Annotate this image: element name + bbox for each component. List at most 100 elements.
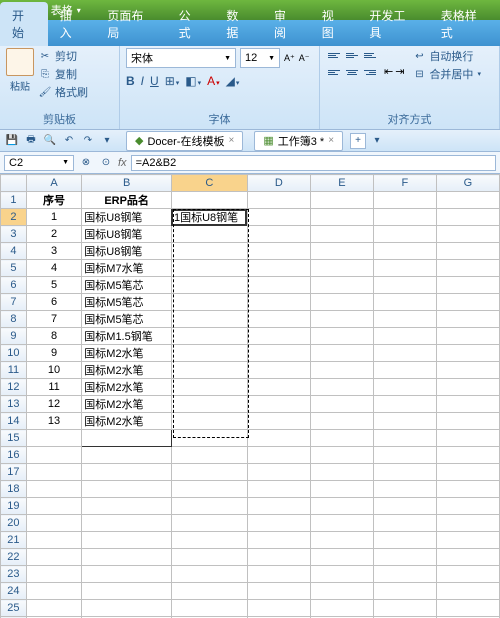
cell[interactable] [373,498,436,515]
cell[interactable]: ERP品名 [82,192,172,209]
cell[interactable] [436,192,499,209]
tab-insert[interactable]: 插入 [48,2,96,46]
align-center-button[interactable] [344,65,360,79]
undo-icon[interactable]: ↶ [61,133,77,149]
cell[interactable] [171,345,247,362]
align-left-button[interactable] [326,65,342,79]
cell[interactable] [436,413,499,430]
cell[interactable] [26,447,81,464]
cell[interactable] [310,498,373,515]
row-header[interactable]: 13 [1,396,27,413]
cell[interactable] [310,260,373,277]
row-header[interactable]: 8 [1,311,27,328]
row-header[interactable]: 14 [1,413,27,430]
cell[interactable]: 4 [26,260,81,277]
cell[interactable] [171,515,247,532]
add-tab-icon[interactable]: + [350,133,366,149]
tab-style[interactable]: 表格样式 [429,2,500,46]
cell[interactable] [436,600,499,617]
row-header[interactable]: 1 [1,192,27,209]
col-header[interactable]: D [247,175,310,192]
cell[interactable] [436,430,499,447]
cell[interactable]: 3 [26,243,81,260]
cell[interactable] [171,583,247,600]
cell[interactable] [436,447,499,464]
row-header[interactable]: 24 [1,583,27,600]
cell[interactable]: 国标M2水笔 [82,413,172,430]
cell[interactable] [436,260,499,277]
tab-formula[interactable]: 公式 [167,2,215,46]
cell[interactable]: 国标M1.5钢笔 [82,328,172,345]
cell[interactable]: 8 [26,328,81,345]
copy-button[interactable]: ⎘复制 [38,66,88,82]
cell[interactable] [310,549,373,566]
cell[interactable] [436,328,499,345]
cell[interactable] [82,532,172,549]
cell[interactable] [82,566,172,583]
cell[interactable] [310,345,373,362]
cell[interactable] [82,600,172,617]
underline-button[interactable]: U [150,74,159,88]
cell[interactable] [26,583,81,600]
cell[interactable] [247,345,310,362]
col-header[interactable]: G [436,175,499,192]
cell[interactable] [310,362,373,379]
cell[interactable] [310,243,373,260]
paste-button[interactable]: 粘贴 [6,48,34,93]
save-icon[interactable]: 💾 [4,133,20,149]
cell[interactable] [310,328,373,345]
cell[interactable] [310,481,373,498]
cell[interactable] [247,328,310,345]
cell[interactable]: 13 [26,413,81,430]
row-header[interactable]: 10 [1,345,27,362]
cell[interactable] [82,583,172,600]
select-all[interactable] [1,175,27,192]
cell[interactable] [373,447,436,464]
cell[interactable] [373,345,436,362]
cell[interactable] [436,566,499,583]
cell[interactable] [247,362,310,379]
cell[interactable] [373,362,436,379]
cell[interactable] [26,600,81,617]
cell[interactable] [436,379,499,396]
cell[interactable] [171,277,247,294]
cell[interactable] [310,396,373,413]
enter-icon[interactable]: ⊙ [98,155,114,171]
cell[interactable] [171,464,247,481]
cell[interactable] [373,583,436,600]
cell[interactable] [436,243,499,260]
row-header[interactable]: 2 [1,209,27,226]
cell[interactable] [247,192,310,209]
print-icon[interactable]: 🖶 [23,133,39,149]
cell[interactable] [373,566,436,583]
cell[interactable] [436,464,499,481]
cell[interactable] [436,294,499,311]
indent-inc-button[interactable]: ⇥ [395,65,404,79]
tab-start[interactable]: 开始 [0,2,48,46]
fill-color-button[interactable]: ◧▾ [185,74,201,88]
cell[interactable]: 国标M5笔芯 [82,311,172,328]
preview-icon[interactable]: 🔍 [42,133,58,149]
cell[interactable]: 国标U8钢笔 [82,226,172,243]
tab-data[interactable]: 数据 [214,2,262,46]
active-cell[interactable]: 1国标U8钢笔 [171,209,247,226]
font-color-button[interactable]: A▾ [207,74,220,88]
cell[interactable] [171,600,247,617]
name-box[interactable]: C2▼ [4,155,74,171]
decrease-font-icon[interactable]: A⁻ [299,53,310,64]
row-header[interactable]: 25 [1,600,27,617]
cell[interactable] [373,481,436,498]
cell[interactable] [247,260,310,277]
cell[interactable] [247,277,310,294]
cell[interactable] [171,532,247,549]
cell[interactable] [247,447,310,464]
cell[interactable] [171,311,247,328]
cell[interactable] [171,549,247,566]
cell[interactable] [373,396,436,413]
cell[interactable] [247,226,310,243]
cell[interactable] [82,464,172,481]
row-header[interactable]: 18 [1,481,27,498]
cell[interactable] [26,566,81,583]
cell[interactable] [171,192,247,209]
cell[interactable] [436,345,499,362]
